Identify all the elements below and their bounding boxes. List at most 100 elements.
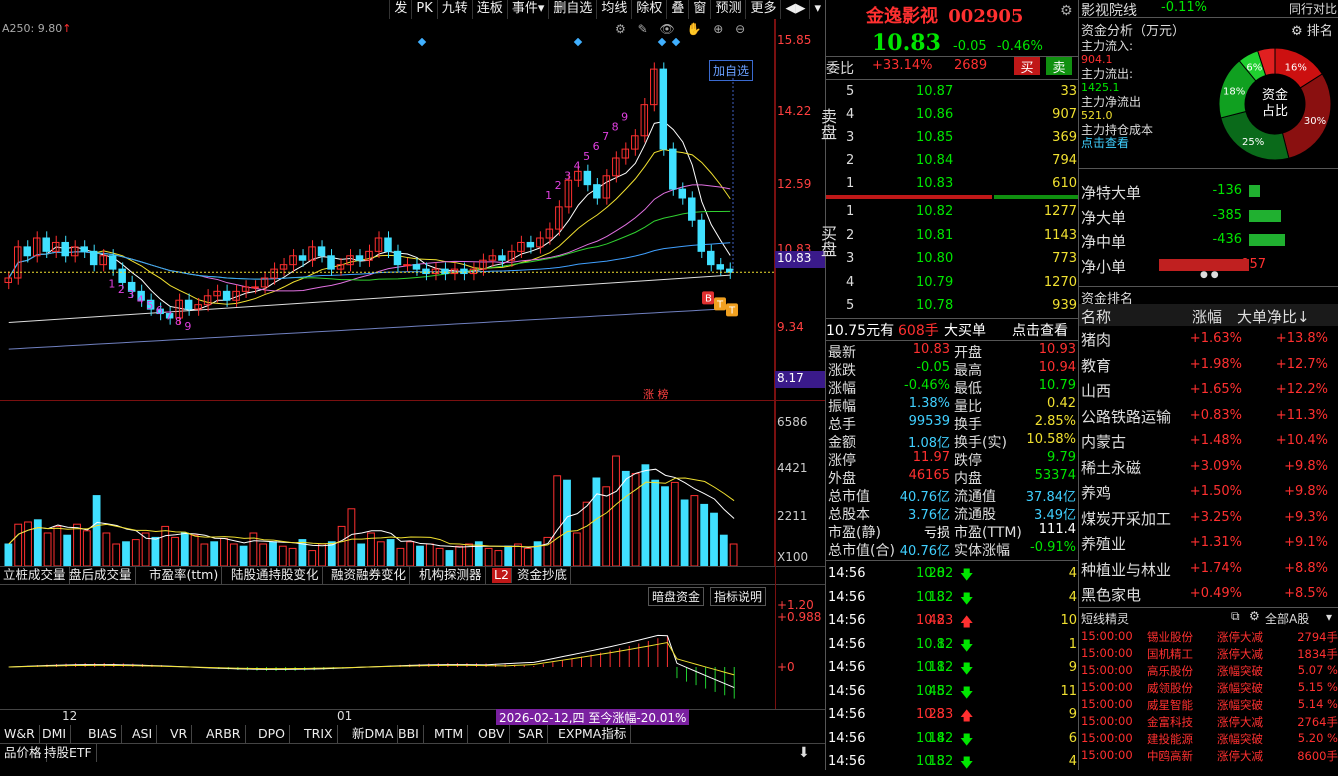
news-expand-icon[interactable]: ⧉ — [1231, 609, 1240, 624]
toolbar-item-11[interactable]: 更多 — [745, 0, 780, 19]
flow-page-dots[interactable]: ● ● — [1200, 270, 1219, 280]
sector-row[interactable]: 煤炭开采加工 +3.25% +9.3% — [1079, 505, 1338, 530]
news-row[interactable]: 15:00:00 锡业股份 涨停大减 2794手 — [1079, 629, 1338, 645]
sector-row[interactable]: 种植业与林业 +1.74% +8.8% — [1079, 556, 1338, 581]
news-row[interactable]: 15:00:00 金富科技 涨停大减 2764手 — [1079, 714, 1338, 730]
toolbar-item-5[interactable]: 删自选 — [548, 0, 596, 19]
chart-tab-2[interactable]: 市盈率(ttm) — [146, 566, 223, 585]
toolbar-item-7[interactable]: 除权 — [631, 0, 666, 19]
news-row[interactable]: 15:00:00 国机精工 涨停大减 1834手 — [1079, 646, 1338, 662]
fund-line[interactable]: 主力持仓成本 点击查看 — [1081, 124, 1153, 150]
chart-tab-5[interactable]: 机构探测器 — [416, 566, 486, 585]
indicator-tab-6[interactable]: DPO — [254, 725, 291, 743]
event-marker[interactable] — [417, 38, 427, 47]
ask-row[interactable]: 4 10.86 907 — [826, 103, 1079, 127]
chart-tab-6[interactable]: L2 — [492, 568, 512, 583]
sell-button[interactable]: 卖 — [1046, 57, 1072, 76]
sector-row[interactable]: 养鸡 +1.50% +9.8% — [1079, 479, 1338, 504]
add-watch-button[interactable]: 加自选 — [709, 60, 754, 81]
bottom-tab-1[interactable]: 持股ETF — [40, 744, 97, 762]
rank-button[interactable]: ⚙ 排名 — [1291, 20, 1333, 39]
indicator-tab-11[interactable]: OBV — [474, 725, 510, 743]
ask-row[interactable]: 2 10.84 794 — [826, 149, 1079, 173]
fund-line-value[interactable]: 点击查看 — [1081, 137, 1153, 150]
indicator-help-button[interactable]: 指标说明 — [710, 587, 767, 606]
col-name[interactable]: 名称 — [1081, 306, 1111, 327]
toolbar-item-3[interactable]: 连板 — [471, 0, 507, 19]
big-order-row[interactable]: 10.75元有 608手 大买单 点击查看 — [826, 320, 1079, 340]
ask-row[interactable]: 1 10.83 610 — [826, 172, 1079, 196]
indicator-tab-10[interactable]: MTM — [430, 725, 469, 743]
ask-row[interactable]: 3 10.85 369 — [826, 126, 1079, 150]
sector-row[interactable]: 教育 +1.98% +12.7% — [1079, 352, 1338, 377]
download-icon[interactable]: ⬇ — [798, 745, 810, 761]
sector-row[interactable]: 公路铁路运输 +0.83% +11.3% — [1079, 403, 1338, 428]
zhangbang-label[interactable]: 涨 榜 — [643, 386, 669, 402]
indicator-tab-13[interactable]: EXPMA指标 — [554, 725, 632, 743]
buy-button[interactable]: 买 — [1014, 57, 1040, 76]
toolbar-menu-icon[interactable]: ▾ — [809, 0, 825, 19]
news-row[interactable]: 15:00:00 高乐股份 涨幅突破 5.07 % — [1079, 663, 1338, 679]
news-filter-dropdown-icon[interactable]: ▾ — [1326, 610, 1332, 624]
toolbar-item-8[interactable]: 叠 — [666, 0, 688, 19]
indicator-tab-2[interactable]: BIAS — [84, 725, 122, 743]
toolbar-item-0[interactable]: 发 — [389, 0, 411, 19]
sector-row[interactable]: 猪肉 +1.63% +13.8% — [1079, 326, 1338, 351]
indicator-tab-9[interactable]: BBI — [394, 725, 424, 743]
chart-tab-7[interactable]: 资金抄底 — [514, 566, 572, 585]
toolbar-item-4[interactable]: 事件▾ — [506, 0, 549, 19]
sector-row[interactable]: 山西 +1.65% +12.2% — [1079, 377, 1338, 402]
news-filter[interactable]: 全部A股 — [1265, 610, 1309, 627]
peer-compare-button[interactable]: 同行对比 — [1289, 0, 1337, 17]
indicator-tab-1[interactable]: DMI — [38, 725, 72, 743]
fund-analysis-title: 资金分析（万元） — [1081, 24, 1186, 39]
event-marker[interactable] — [657, 38, 667, 47]
chart-tab-3[interactable]: 陆股通持股变化 — [228, 566, 323, 585]
news-row[interactable]: 15:00:00 中鸥高新 涨停大减 8600手 — [1079, 748, 1338, 764]
bid-row[interactable]: 4 10.79 1270 — [826, 271, 1079, 295]
dark-pool-button[interactable]: 暗盘资金 — [648, 587, 705, 606]
sector-row[interactable]: 内蒙古 +1.48% +10.4% — [1079, 428, 1338, 453]
tick-volume: 1 — [936, 636, 945, 652]
news-row[interactable]: 15:00:00 威领股份 涨幅突破 5.15 % — [1079, 680, 1338, 696]
volume-bar — [229, 543, 238, 566]
bid-row[interactable]: 3 10.80 773 — [826, 247, 1079, 271]
indicator-tab-5[interactable]: ARBR — [202, 725, 246, 743]
sector-row[interactable]: 养殖业 +1.31% +9.1% — [1079, 530, 1338, 555]
news-settings-icon[interactable]: ⚙ — [1249, 609, 1260, 623]
toolbar-item-12[interactable]: ◀▶ — [780, 0, 809, 19]
settings-gear-icon[interactable]: ⚙ — [1060, 3, 1073, 19]
indicator-tab-0[interactable]: W&R — [0, 725, 40, 743]
col-net[interactable]: 大单净比↓ — [1237, 306, 1310, 327]
chart-tab-0[interactable]: 立桩成交量 — [0, 566, 70, 585]
chart-tab-1[interactable]: 盘后成交量 — [66, 566, 136, 585]
chart-tab-4[interactable]: 融资融券变化 — [328, 566, 411, 585]
candlestick-chart[interactable]: 112233445566778899BTT — [0, 38, 775, 398]
toolbar-item-6[interactable]: 均线 — [596, 0, 631, 19]
indicator-tab-3[interactable]: ASI — [128, 725, 158, 743]
toolbar-item-1[interactable]: PK — [411, 0, 436, 19]
toolbar-item-10[interactable]: 预测 — [710, 0, 745, 19]
indicator-tab-4[interactable]: VR — [166, 725, 193, 743]
news-row[interactable]: 15:00:00 威星智能 涨幅突破 5.14 % — [1079, 697, 1338, 713]
indicator-tab-7[interactable]: TRIX — [300, 725, 338, 743]
sector-row[interactable]: 黑色家电 +0.49% +8.5% — [1079, 581, 1338, 606]
event-marker[interactable] — [671, 38, 681, 47]
macd-chart[interactable] — [0, 605, 775, 710]
stat-value: 99539 — [908, 414, 950, 429]
toolbar-item-9[interactable]: 窗 — [688, 0, 710, 19]
signal-badge-text: T — [728, 305, 736, 316]
bid-row[interactable]: 2 10.81 1143 — [826, 224, 1079, 248]
col-change[interactable]: 涨幅 — [1192, 306, 1222, 327]
sector-row[interactable]: 稀土永磁 +3.09% +9.8% — [1079, 454, 1338, 479]
event-marker[interactable] — [573, 38, 583, 47]
big-order-link[interactable]: 点击查看 — [1012, 320, 1068, 340]
news-row[interactable]: 15:00:00 建投能源 涨幅突破 5.20 % — [1079, 731, 1338, 747]
toolbar-item-2[interactable]: 九转 — [436, 0, 472, 19]
bid-row[interactable]: 5 10.78 939 — [826, 294, 1079, 318]
ask-row[interactable]: 5 10.87 33 — [826, 80, 1079, 104]
volume-chart[interactable] — [0, 402, 775, 566]
bid-row[interactable]: 1 10.82 1277 — [826, 200, 1079, 224]
indicator-tab-12[interactable]: SAR — [514, 725, 549, 743]
indicator-tab-8[interactable]: 新DMA — [348, 725, 399, 743]
